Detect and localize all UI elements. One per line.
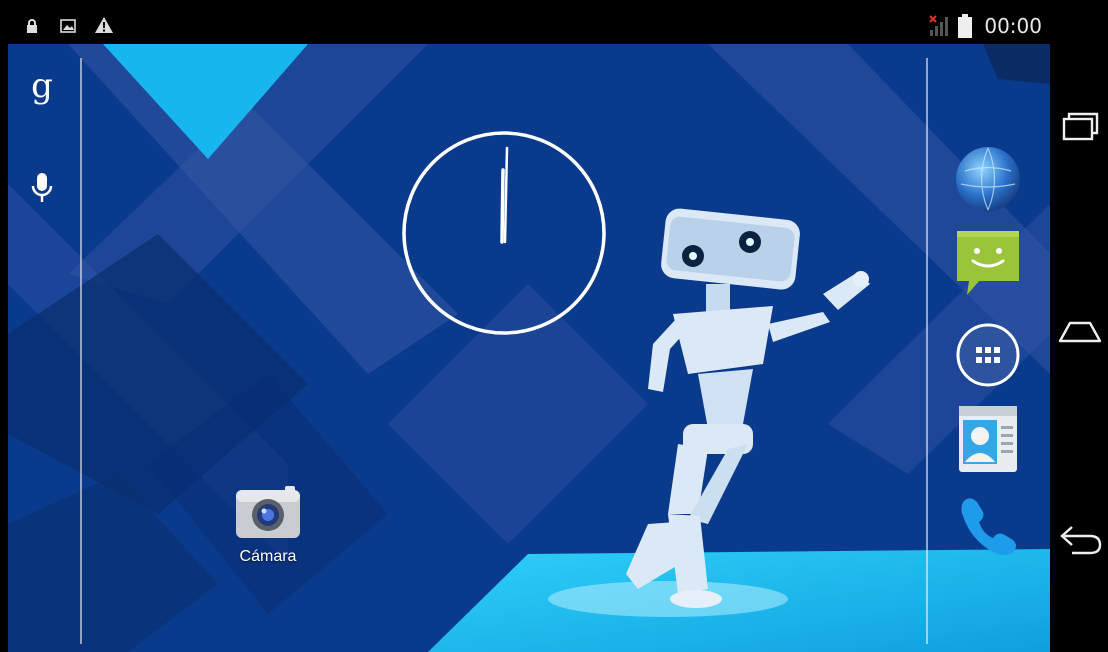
warning-icon <box>94 16 114 38</box>
wallpaper: g Cámara <box>8 44 1050 652</box>
camera-shortcut-label: Cámara <box>239 548 297 565</box>
contacts-icon[interactable] <box>953 404 1023 474</box>
camera-shortcut[interactable]: Cámara <box>228 484 308 566</box>
status-time: 00:00 <box>984 14 1042 38</box>
messaging-icon[interactable] <box>953 228 1023 298</box>
microphone-icon[interactable] <box>28 170 56 206</box>
phone-icon[interactable] <box>953 490 1023 560</box>
status-bar: 00:00 <box>8 8 1050 44</box>
navigation-bar <box>1050 0 1108 652</box>
dock-divider <box>926 58 928 644</box>
camera-icon <box>233 484 303 540</box>
clock-hour-hand <box>500 168 505 244</box>
google-glyph: g <box>31 66 53 106</box>
back-icon[interactable] <box>1058 520 1102 560</box>
google-search-icon[interactable]: g <box>22 66 62 106</box>
left-bar-divider <box>80 58 82 644</box>
recent-apps-icon[interactable] <box>1058 106 1102 146</box>
home-icon[interactable] <box>1058 312 1102 352</box>
analog-clock-widget[interactable] <box>401 130 607 336</box>
image-icon <box>60 18 76 37</box>
battery-icon <box>958 14 972 42</box>
app-drawer-icon[interactable] <box>953 320 1023 390</box>
clock-minute-hand <box>503 146 509 244</box>
browser-globe-icon[interactable] <box>953 144 1023 214</box>
lock-icon <box>26 18 38 37</box>
signal-no-sim-icon <box>928 14 952 42</box>
home-screen: 00:00 g Cámara <box>0 0 1108 652</box>
